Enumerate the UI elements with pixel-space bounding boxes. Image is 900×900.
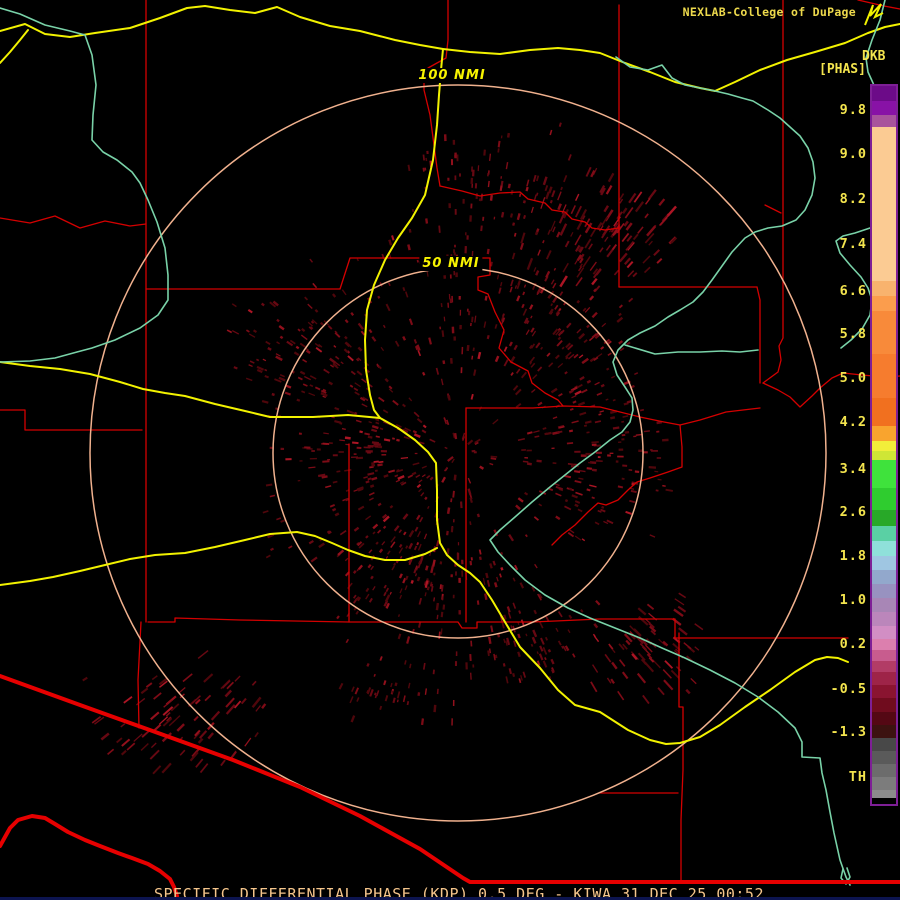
colorbar-segment — [872, 612, 896, 626]
colorbar-segment — [872, 354, 896, 398]
colorbar-segment — [872, 584, 896, 598]
page-title: NEXLAB-College of DuPage — [683, 5, 856, 19]
colorbar-segment — [872, 661, 896, 672]
colorbar-tick-label: 2.6 — [787, 504, 867, 520]
colorbar-segment — [872, 712, 896, 725]
colorbar-segment — [872, 790, 896, 798]
colorbar-segment — [872, 488, 896, 510]
colorbar-segment — [872, 526, 896, 541]
radar-map — [0, 0, 900, 900]
river-lines — [0, 0, 897, 885]
colorbar-segment — [872, 751, 896, 764]
colorbar-segment — [872, 626, 896, 639]
colorbar-tick-label: 3.4 — [787, 461, 867, 477]
interstate-lines — [0, 676, 900, 896]
radar-echoes — [82, 122, 703, 774]
colorbar-tick-label: 1.0 — [787, 592, 867, 608]
colorbar-tick-label: -1.3 — [787, 724, 867, 740]
colorbar-segment — [872, 441, 896, 451]
colorbar-segment — [872, 764, 896, 777]
colorbar-segment — [872, 426, 896, 441]
radar-viewer: NEXLAB-College of DuPage DKB [PHAS] 9.89… — [0, 0, 900, 900]
colorbar-param-label: [PHAS] — [819, 62, 866, 77]
colorbar-tick-label: 4.2 — [787, 414, 867, 430]
colorbar-tick-label: TH — [787, 769, 867, 785]
colorbar-segment — [872, 115, 896, 127]
colorbar-segment — [872, 101, 896, 115]
colorbar-segment — [872, 685, 896, 698]
colorbar-tick-label: 9.0 — [787, 146, 867, 162]
colorbar-segment — [872, 639, 896, 650]
colorbar-tick-label: 9.8 — [787, 102, 867, 118]
colorbar-tick-label: 5.0 — [787, 370, 867, 386]
colorbar-segment — [872, 725, 896, 738]
range-rings — [90, 85, 826, 821]
colorbar-segment — [872, 460, 896, 488]
colorbar-segment — [872, 570, 896, 584]
cod-logo-icon — [859, 1, 887, 29]
colorbar-segment — [872, 311, 896, 354]
colorbar-segment — [872, 86, 896, 101]
colorbar — [870, 84, 898, 806]
colorbar-tick-label: 0.2 — [787, 636, 867, 652]
colorbar-segment — [872, 451, 896, 460]
colorbar-segment — [872, 650, 896, 661]
colorbar-segment — [872, 598, 896, 612]
colorbar-segment — [872, 798, 896, 801]
colorbar-segment — [872, 698, 896, 712]
colorbar-segment — [872, 510, 896, 526]
colorbar-segment — [872, 556, 896, 570]
colorbar-tick-label: 6.6 — [787, 283, 867, 299]
colorbar-segment — [872, 281, 896, 296]
colorbar-tick-label: 5.8 — [787, 326, 867, 342]
range-ring-label-100nmi: 100 NMI — [415, 68, 488, 83]
colorbar-tick-label: 1.8 — [787, 548, 867, 564]
colorbar-segment — [872, 738, 896, 751]
colorbar-segment — [872, 296, 896, 311]
highway-lines — [0, 6, 900, 744]
colorbar-segment — [872, 398, 896, 426]
colorbar-tick-label: 7.4 — [787, 236, 867, 252]
county-lines — [0, 0, 900, 883]
colorbar-tick-label: 8.2 — [787, 191, 867, 207]
colorbar-segment — [872, 777, 896, 790]
colorbar-segment — [872, 127, 896, 281]
colorbar-segment — [872, 672, 896, 685]
colorbar-tick-label: -0.5 — [787, 681, 867, 697]
range-ring-label-50nmi: 50 NMI — [419, 256, 482, 271]
colorbar-segment — [872, 541, 896, 556]
